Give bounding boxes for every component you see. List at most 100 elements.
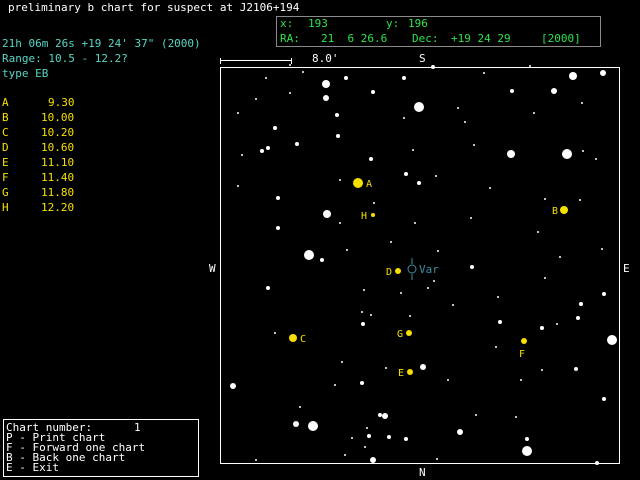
comparison-star-label-f: F bbox=[519, 349, 525, 360]
field-star bbox=[293, 421, 299, 427]
field-star bbox=[559, 256, 561, 258]
field-star bbox=[420, 364, 426, 370]
field-star bbox=[507, 150, 515, 158]
field-star bbox=[370, 457, 376, 463]
field-star bbox=[289, 64, 291, 66]
field-star bbox=[475, 414, 477, 416]
field-star bbox=[582, 150, 584, 152]
comparison-star-d bbox=[395, 268, 401, 274]
variable-marker bbox=[407, 258, 417, 280]
field-star bbox=[600, 70, 606, 76]
field-star bbox=[382, 413, 388, 419]
field-star bbox=[435, 175, 437, 177]
variable-label: Var bbox=[419, 263, 439, 276]
field-star bbox=[299, 406, 301, 408]
field-star bbox=[373, 202, 375, 204]
field-star bbox=[273, 126, 277, 130]
field-star bbox=[581, 102, 583, 104]
field-star bbox=[320, 258, 324, 262]
field-star bbox=[339, 222, 341, 224]
star-field: A B C D E F G H bbox=[230, 64, 617, 465]
comparison-star-label-d: D bbox=[386, 267, 392, 278]
menu-item-exit[interactable]: E - Exit bbox=[6, 462, 59, 473]
field-star bbox=[387, 435, 391, 439]
field-star bbox=[607, 335, 617, 345]
field-star bbox=[576, 316, 580, 320]
field-star bbox=[533, 112, 535, 114]
field-star bbox=[276, 196, 280, 200]
comparison-star-label-h: H bbox=[361, 211, 367, 222]
comparison-star-f bbox=[521, 338, 527, 344]
field-star bbox=[295, 142, 299, 146]
field-star bbox=[470, 217, 472, 219]
field-star bbox=[369, 157, 373, 161]
field-star bbox=[363, 289, 365, 291]
field-star bbox=[339, 179, 341, 181]
field-star bbox=[385, 367, 387, 369]
field-star bbox=[562, 149, 572, 159]
comparison-star-a bbox=[353, 178, 363, 188]
field-star bbox=[540, 326, 544, 330]
field-star bbox=[489, 187, 491, 189]
field-star bbox=[341, 361, 343, 363]
field-star bbox=[336, 134, 340, 138]
field-star bbox=[579, 199, 581, 201]
field-star bbox=[255, 459, 257, 461]
field-star bbox=[537, 231, 539, 233]
field-star bbox=[361, 311, 363, 313]
field-star bbox=[390, 241, 392, 243]
field-star bbox=[427, 287, 429, 289]
field-star bbox=[544, 277, 546, 279]
field-star bbox=[412, 149, 414, 151]
field-star bbox=[520, 379, 522, 381]
field-star bbox=[334, 384, 336, 386]
comparison-star-label-e: E bbox=[398, 368, 404, 379]
field-star bbox=[602, 292, 606, 296]
field-star bbox=[404, 437, 408, 441]
comparison-star-label-a: A bbox=[366, 179, 372, 190]
field-star bbox=[360, 381, 364, 385]
field-star bbox=[414, 102, 424, 112]
comparison-star-c bbox=[289, 334, 297, 342]
field-star bbox=[541, 369, 543, 371]
field-star bbox=[595, 461, 599, 465]
field-star bbox=[404, 172, 408, 176]
field-star bbox=[498, 320, 502, 324]
field-star bbox=[556, 323, 558, 325]
comparison-star-g bbox=[406, 330, 412, 336]
field-star bbox=[335, 113, 339, 117]
field-star bbox=[529, 65, 531, 67]
field-star bbox=[436, 458, 438, 460]
chart-number-value: 1 bbox=[134, 421, 141, 434]
field-star bbox=[515, 416, 517, 418]
comparison-star-label-g: G bbox=[397, 329, 403, 340]
field-star bbox=[470, 265, 474, 269]
comparison-star-label-c: C bbox=[300, 334, 306, 345]
field-star bbox=[457, 107, 459, 109]
field-star bbox=[266, 146, 270, 150]
field-star bbox=[367, 434, 371, 438]
field-star bbox=[473, 144, 475, 146]
field-star bbox=[323, 95, 329, 101]
field-star bbox=[437, 250, 439, 252]
field-star bbox=[255, 98, 257, 100]
field-star bbox=[579, 302, 583, 306]
field-star bbox=[230, 383, 236, 389]
field-star bbox=[241, 154, 243, 156]
field-star bbox=[361, 322, 365, 326]
field-star bbox=[351, 437, 353, 439]
comparison-star-label-b: B bbox=[552, 206, 558, 217]
comparison-star-h bbox=[371, 213, 375, 217]
field-star bbox=[447, 379, 449, 381]
field-star bbox=[409, 315, 411, 317]
field-star bbox=[308, 421, 318, 431]
field-star bbox=[266, 286, 270, 290]
field-star bbox=[483, 72, 485, 74]
field-star bbox=[602, 397, 606, 401]
field-star bbox=[370, 314, 372, 316]
field-star bbox=[400, 292, 402, 294]
field-star bbox=[497, 296, 499, 298]
field-star bbox=[452, 304, 454, 306]
field-star bbox=[522, 446, 532, 456]
field-star bbox=[366, 427, 368, 429]
